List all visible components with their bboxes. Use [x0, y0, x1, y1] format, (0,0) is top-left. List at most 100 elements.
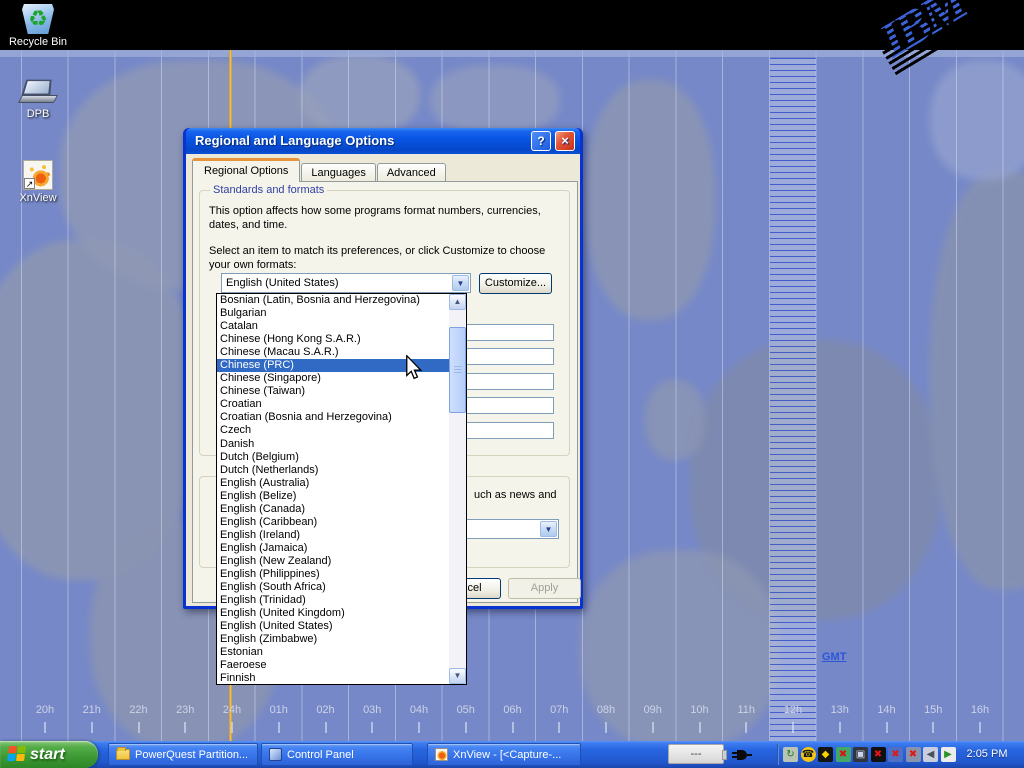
close-button[interactable]: × — [555, 131, 575, 151]
taskbar: start PowerQuest Partition... Control Pan… — [0, 741, 1024, 768]
computer-offline-icon[interactable]: ✖ — [888, 747, 903, 762]
language-option[interactable]: English (Zimbabwe) — [217, 633, 449, 646]
start-button-label: start — [30, 746, 65, 763]
scroll-up-icon[interactable]: ▲ — [449, 294, 466, 310]
task-button[interactable]: PowerQuest Partition... — [108, 743, 258, 766]
language-option[interactable]: English (United States) — [217, 620, 449, 633]
green-transfer-icon[interactable]: ↻ — [783, 747, 798, 762]
language-option[interactable]: English (New Zealand) — [217, 555, 449, 568]
language-option[interactable]: English (Jamaica) — [217, 542, 449, 555]
language-option[interactable]: English (Ireland) — [217, 529, 449, 542]
language-option[interactable]: English (Canada) — [217, 503, 449, 516]
task-button-label: Control Panel — [287, 749, 354, 761]
taskbar-clock[interactable]: 2:05 PM — [956, 741, 1018, 768]
language-option[interactable]: Finnish — [217, 672, 449, 684]
language-option[interactable]: Faeroese — [217, 659, 449, 672]
scrollbar[interactable]: ▲ ▼ — [449, 294, 466, 684]
tray-divider — [777, 744, 779, 765]
dialog-titlebar[interactable]: Regional and Language Options ? × — [186, 128, 580, 154]
timezone-label: 16h — [960, 704, 1000, 716]
timezone-label: 08h — [586, 704, 626, 716]
language-option[interactable]: English (Caribbean) — [217, 516, 449, 529]
start-button[interactable]: start — [0, 741, 98, 768]
timezone-tick — [465, 722, 467, 733]
task-button[interactable]: Control Panel — [261, 743, 413, 766]
mouse-cursor — [405, 355, 423, 384]
language-option[interactable]: Chinese (Taiwan) — [217, 385, 449, 398]
timezone-label: 15h — [913, 704, 953, 716]
language-option[interactable]: English (Trinidad) — [217, 594, 449, 607]
language-option[interactable]: Bulgarian — [217, 307, 449, 320]
desktop-icon-recycle-bin[interactable]: ♻ Recycle Bin — [8, 4, 68, 48]
timezone-tick — [512, 722, 514, 733]
timezone-tick — [745, 722, 747, 733]
scroll-down-icon[interactable]: ▼ — [449, 668, 466, 684]
customize-button[interactable]: Customize... — [479, 273, 552, 294]
shortcut-arrow-icon: ↗ — [24, 178, 35, 189]
help-button[interactable]: ? — [531, 131, 551, 151]
phone-agent-icon[interactable]: ☎ — [801, 747, 816, 762]
timezone-label: 02h — [306, 704, 346, 716]
timezone-tick — [979, 722, 981, 733]
language-option[interactable]: Danish — [217, 438, 449, 451]
sample-field — [464, 422, 554, 439]
format-combobox[interactable]: English (United States) ▼ — [221, 273, 471, 293]
sample-field — [464, 348, 554, 365]
tv-tuner-offline-icon[interactable]: ✖ — [871, 747, 886, 762]
language-option[interactable]: Chinese (Hong Kong S.A.R.) — [217, 333, 449, 346]
system-tray: ↻☎◆✖▣✖✖✖◀▶ — [783, 747, 956, 762]
language-option[interactable]: English (United Kingdom) — [217, 607, 449, 620]
timezone-label: 20h — [25, 704, 65, 716]
desktop-icon-xnview[interactable]: ↗ XnView — [8, 160, 68, 204]
users-offline-icon[interactable]: ✖ — [836, 747, 851, 762]
language-option[interactable]: Dutch (Belgium) — [217, 451, 449, 464]
folder-icon — [116, 749, 130, 760]
chevron-down-icon[interactable]: ▼ — [452, 275, 469, 291]
timezone-label: 22h — [119, 704, 159, 716]
apply-button[interactable]: Apply — [508, 578, 581, 599]
timezone-label: 14h — [867, 704, 907, 716]
timezone-tick — [792, 722, 794, 733]
sample-field — [464, 397, 554, 414]
language-option[interactable]: Croatian (Bosnia and Herzegovina) — [217, 411, 449, 424]
language-option[interactable]: Dutch (Netherlands) — [217, 464, 449, 477]
timezone-label: 13h — [820, 704, 860, 716]
desktop-icon-label: XnView — [8, 192, 68, 204]
standards-instruction: Select an item to match its preferences,… — [209, 244, 565, 272]
task-button-label: PowerQuest Partition... — [135, 749, 248, 761]
language-option[interactable]: Estonian — [217, 646, 449, 659]
volume-icon[interactable]: ◀ — [923, 747, 938, 762]
language-option[interactable]: English (South Africa) — [217, 581, 449, 594]
desktop: 20h21h22h23h24h01h02h03h04h05h06h07h08h0… — [0, 0, 1024, 768]
timezone-tick — [699, 722, 701, 733]
timezone-tick — [325, 722, 327, 733]
tab-languages[interactable]: Languages — [301, 163, 375, 182]
control-panel-icon — [269, 748, 282, 761]
scrollbar-thumb[interactable] — [449, 327, 466, 413]
language-option[interactable]: English (Australia) — [217, 477, 449, 490]
tab-advanced[interactable]: Advanced — [377, 163, 446, 182]
diamond-icon[interactable]: ◆ — [818, 747, 833, 762]
language-option[interactable]: Czech — [217, 424, 449, 437]
network-computer-icon[interactable]: ▣ — [853, 747, 868, 762]
timezone-label: 06h — [493, 704, 533, 716]
language-option[interactable]: Croatian — [217, 398, 449, 411]
desktop-icon-dpb[interactable]: DPB — [8, 78, 68, 120]
display-capture-icon[interactable]: ▶ — [941, 747, 956, 762]
chevron-down-icon[interactable]: ▼ — [540, 521, 557, 537]
language-option[interactable]: Catalan — [217, 320, 449, 333]
battery-meter[interactable]: --- — [668, 744, 724, 764]
tab-regional-options[interactable]: Regional Options — [192, 158, 300, 182]
task-button[interactable]: XnView - [<Capture-... — [427, 743, 581, 766]
timezone-tick — [44, 722, 46, 733]
language-option[interactable]: English (Philippines) — [217, 568, 449, 581]
timezone-label: 05h — [446, 704, 486, 716]
standards-description: This option affects how some programs fo… — [209, 204, 559, 232]
language-option[interactable]: Bosnian (Latin, Bosnia and Herzegovina) — [217, 294, 449, 307]
language-list: Bosnian (Latin, Bosnia and Herzegovina)B… — [217, 294, 449, 684]
timezone-label: 03h — [352, 704, 392, 716]
timezone-tick — [371, 722, 373, 733]
wireless-offline-icon[interactable]: ✖ — [906, 747, 921, 762]
timezone-label: 01h — [259, 704, 299, 716]
language-option[interactable]: English (Belize) — [217, 490, 449, 503]
